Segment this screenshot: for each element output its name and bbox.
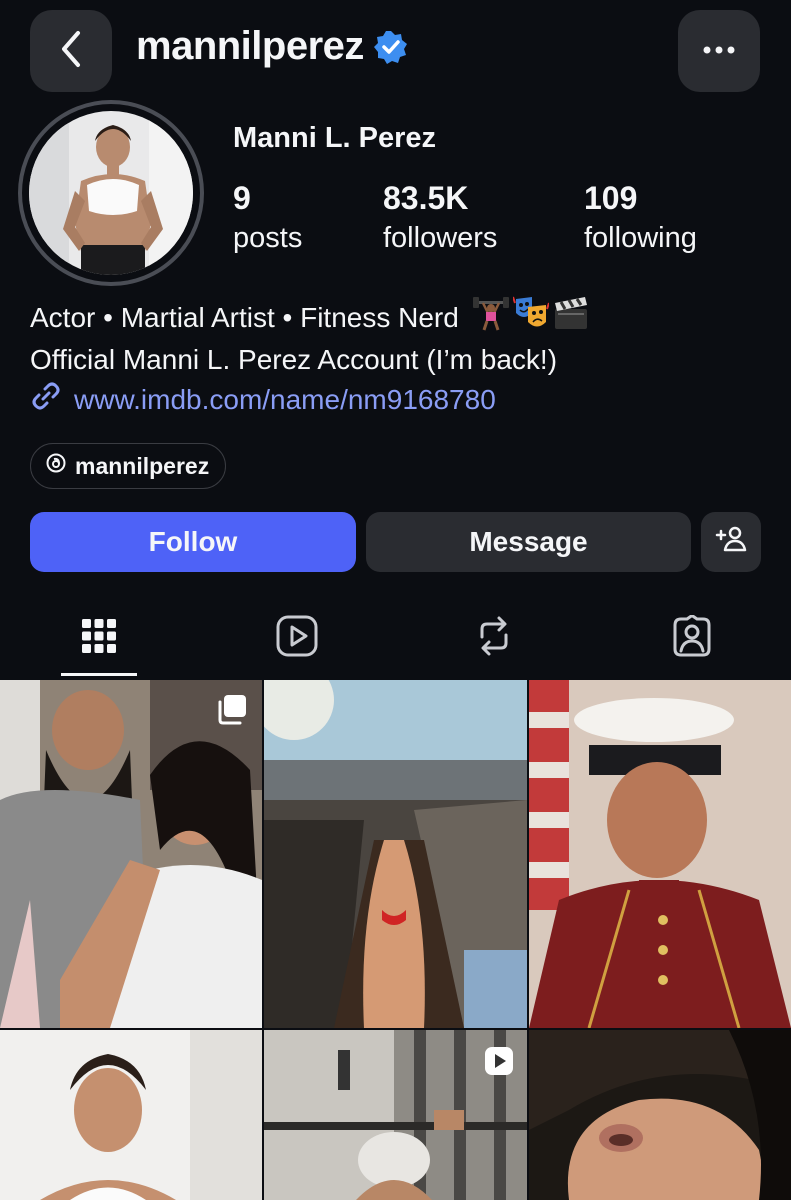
- back-button[interactable]: [30, 10, 112, 92]
- verified-badge-icon: [373, 30, 408, 64]
- grid-post-1[interactable]: [0, 680, 262, 1028]
- reels-icon: [276, 615, 318, 662]
- threads-handle: mannilperez: [75, 452, 210, 479]
- stat-following[interactable]: 109 following: [584, 178, 697, 258]
- link-icon: [30, 380, 74, 419]
- tagged-icon: [671, 613, 713, 662]
- followers-count: 83.5K: [383, 180, 469, 216]
- tab-reposts[interactable]: [456, 610, 532, 666]
- following-label: following: [584, 222, 697, 254]
- carousel-icon: [216, 694, 248, 726]
- external-link[interactable]: www.imdb.com/name/nm9168780: [30, 380, 496, 419]
- followers-label: followers: [383, 222, 498, 254]
- threads-icon: [45, 452, 75, 480]
- grid-post-5[interactable]: [264, 1030, 527, 1200]
- posts-count: 9: [233, 180, 251, 216]
- tab-reels[interactable]: [259, 610, 335, 666]
- posts-label: posts: [233, 222, 303, 254]
- display-name: Manni L. Perez: [233, 122, 437, 154]
- follow-button[interactable]: Follow: [30, 512, 356, 572]
- grid-post-4[interactable]: [0, 1030, 262, 1200]
- stat-followers[interactable]: 83.5K followers: [383, 178, 497, 258]
- bio-text-1: Actor • Martial Artist • Fitness Nerd: [30, 302, 459, 333]
- message-button[interactable]: Message: [366, 512, 691, 572]
- tab-tagged[interactable]: [654, 610, 730, 666]
- following-count: 109: [584, 180, 638, 216]
- suggest-accounts-button[interactable]: [701, 512, 761, 572]
- grid-icon: [81, 618, 117, 659]
- chevron-left-icon: [56, 29, 86, 74]
- link-text: www.imdb.com/name/nm9168780: [74, 383, 496, 415]
- weightlifter-emoji-icon: [472, 295, 509, 341]
- username-text: mannilperez: [136, 24, 364, 68]
- bio-line-1: Actor • Martial Artist • Fitness Nerd: [30, 295, 589, 341]
- reposts-icon: [474, 615, 514, 662]
- grid-post-3[interactable]: [529, 680, 791, 1028]
- threads-badge[interactable]: mannilperez: [30, 443, 227, 489]
- clapperboard-emoji-icon: [553, 295, 589, 341]
- avatar-image: [29, 111, 193, 275]
- reel-icon: [484, 1046, 514, 1076]
- active-tab-indicator: [61, 673, 137, 676]
- add-person-icon: [715, 525, 747, 560]
- profile-page: mannilperez Manni L. Perez 9 posts 83.5K…: [0, 0, 791, 1200]
- bio-line-2: Official Manni L. Perez Account (I’m bac…: [30, 344, 558, 375]
- profile-username: mannilperez: [136, 24, 408, 69]
- more-options-button[interactable]: [678, 10, 760, 92]
- tab-posts-grid[interactable]: [61, 610, 137, 666]
- stat-posts[interactable]: 9 posts: [233, 178, 302, 258]
- bio-emojis: [472, 295, 589, 341]
- more-horizontal-icon: [702, 42, 736, 60]
- profile-avatar[interactable]: [18, 100, 204, 286]
- bio: Actor • Martial Artist • Fitness Nerd Of…: [30, 295, 589, 379]
- grid-post-6[interactable]: [529, 1030, 791, 1200]
- grid-post-2[interactable]: [264, 680, 527, 1028]
- theater-masks-emoji-icon: [511, 295, 550, 341]
